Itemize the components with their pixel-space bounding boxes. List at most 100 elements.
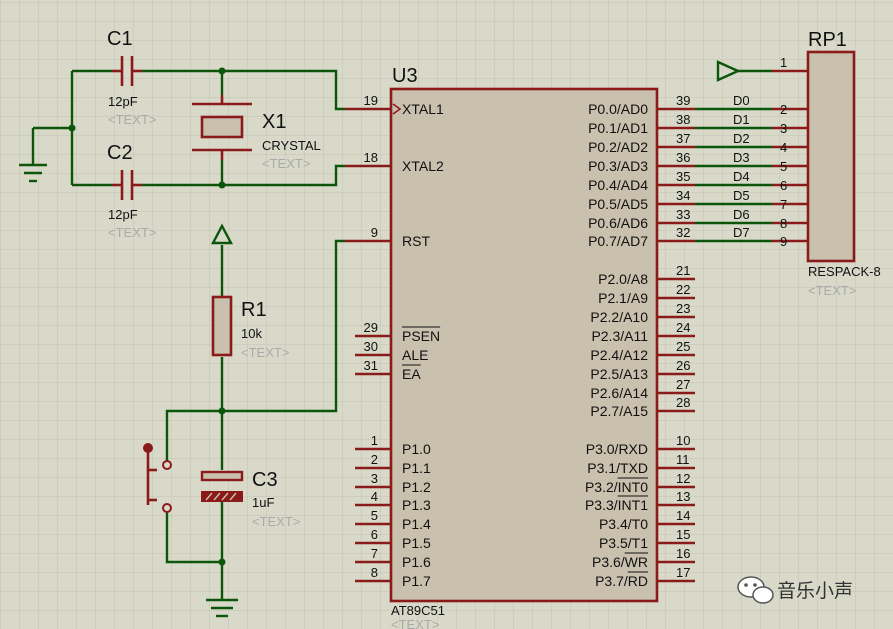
pin-number: 1 [371,433,378,448]
rp1-text: <TEXT> [808,283,856,298]
x1-ref: X1 [262,111,286,133]
pushbutton-knob-icon[interactable] [143,443,153,453]
c3-value: 1uF [252,495,274,510]
r1-text: <TEXT> [241,345,289,360]
pin-name: P1.6 [402,554,431,570]
pin-number: 2 [371,452,378,467]
pin-name: P3.0/RXD [586,441,648,457]
bus-label: D2 [733,131,750,146]
c1-value: 12pF [108,94,138,109]
pin-number: 27 [676,377,690,392]
pin-name: XTAL2 [402,158,444,174]
pin-number: 30 [364,339,378,354]
pin-number: 21 [676,263,690,278]
x1-text: <TEXT> [262,156,310,171]
pin-name: P3.4/T0 [599,516,648,532]
pin-name: P2.1/A9 [598,290,648,306]
pin-number: 33 [676,207,690,222]
pin-number: 5 [371,508,378,523]
c2-value: 12pF [108,207,138,222]
watermark-text: 音乐小声 [777,580,853,602]
pin-name: P2.0/A8 [598,271,648,287]
pin-name: P3.2/INT0 [585,479,648,495]
pin-name: P3.6/WR [592,554,648,570]
rp1-part: RESPACK-8 [808,264,881,279]
c3-text: <TEXT> [252,514,300,529]
bus-label: D5 [733,188,750,203]
pin-number: 23 [676,301,690,316]
bus-label: D3 [733,150,750,165]
rp1-body[interactable] [806,50,856,263]
bus-label: D1 [733,112,750,127]
pin-number: 8 [371,565,378,580]
rp1-pin-number: 6 [780,178,787,193]
pin-number: 28 [676,395,690,410]
pin-number: 38 [676,112,690,127]
pin-name: P2.3/A11 [591,328,648,344]
pin-number: 13 [676,489,690,504]
pin-number: 32 [676,225,690,240]
pin-name: RST [402,233,430,249]
pin-name: P3.1/TXD [587,460,648,476]
rp1-pin-number: 3 [780,121,787,136]
chip-text: <TEXT> [391,617,439,629]
c1-ref: C1 [107,28,133,50]
pin-name: P2.6/A14 [590,385,648,401]
pin-name: P1.0 [402,441,431,457]
pin-number: 34 [676,188,690,203]
pin-name: P2.4/A12 [590,347,648,363]
pin-name: EA [402,366,421,382]
pin-name: P0.1/AD1 [588,120,648,136]
pin-name: P0.3/AD3 [588,158,648,174]
pin-number: 37 [676,131,690,146]
chip-part: AT89C51 [391,603,445,618]
pin-name: P3.7/RD [595,573,648,589]
pin-number: 6 [371,527,378,542]
pin-number: 31 [364,358,378,373]
pin-name: P0.0/AD0 [588,101,648,117]
pin-name: PSEN [402,328,440,344]
pin-name: ALE [402,347,428,363]
pin-name: P0.5/AD5 [588,196,648,212]
rp1-pin-number: 5 [780,159,787,174]
pin-name: P2.7/A15 [590,403,648,419]
c2-ref: C2 [107,142,133,164]
pin-name: P2.5/A13 [590,366,648,382]
rp1-pin-number: 8 [780,216,787,231]
bus-label: D6 [733,207,750,222]
pin-number: 3 [371,471,378,486]
pin-number: 26 [676,358,690,373]
pin-name: P3.5/T1 [599,535,648,551]
pin-number: 22 [676,282,690,297]
rp1-pin-number: 2 [780,102,787,117]
pin-name: P0.2/AD2 [588,139,648,155]
pin-number: 17 [676,565,690,580]
pin-name: P1.7 [402,573,431,589]
pin-name: P2.2/A10 [590,309,648,325]
pin-number: 36 [676,150,690,165]
c1-text: <TEXT> [108,112,156,127]
pin-name: XTAL1 [402,101,444,117]
r1-value: 10k [241,326,262,341]
pin-number: 4 [371,489,378,504]
bus-label: D7 [733,225,750,240]
pin-name: P1.5 [402,535,431,551]
pin-number: 35 [676,169,690,184]
pin-name: P0.4/AD4 [588,177,648,193]
pin-name: P1.1 [402,460,431,476]
pin-number: 9 [371,225,378,240]
c3-ref: C3 [252,469,278,491]
rp1-ref: RP1 [808,29,847,51]
pin-number: 16 [676,546,690,561]
pin-name: P1.4 [402,516,431,532]
pin-name: P0.6/AD6 [588,215,648,231]
pin-number: 39 [676,93,690,108]
c2-text: <TEXT> [108,225,156,240]
pin-name: P1.2 [402,479,431,495]
pin-number: 18 [364,150,378,165]
schematic-canvas: C1 12pF <TEXT> C2 12pF <TEXT> X1 CRYSTAL… [0,0,893,629]
bus-label: D4 [733,169,750,184]
chip-u3[interactable]: U3 AT89C51 <TEXT> 19XTAL118XTAL29RST29PS… [345,65,695,629]
pin-number: 7 [371,546,378,561]
pin-number: 10 [676,433,690,448]
